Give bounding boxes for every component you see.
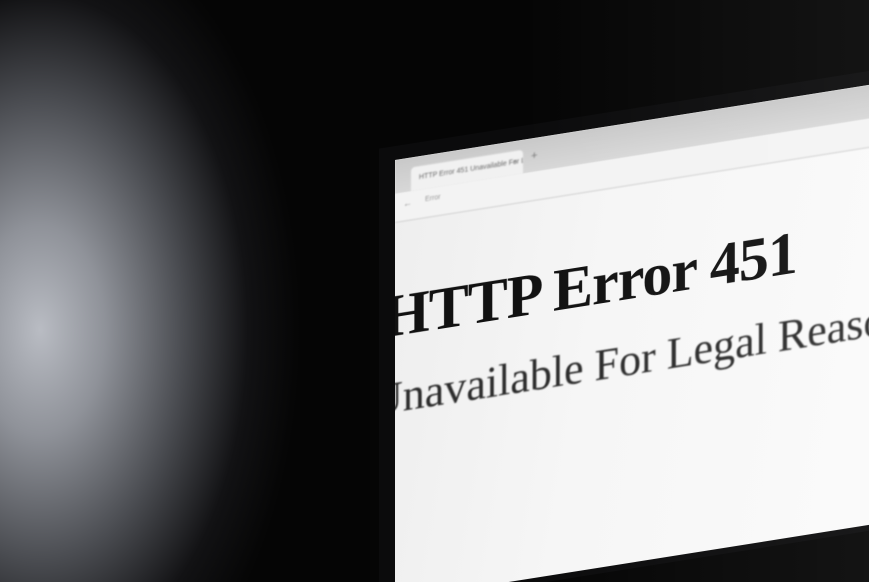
tab-close-icon[interactable]: × [513,151,517,176]
back-arrow-icon[interactable]: ← [403,197,412,208]
laptop-screen: HTTP Error 451 Unavailable For L × + ← E… [395,77,869,582]
address-text[interactable]: Error [425,194,441,203]
new-tab-icon[interactable]: + [531,149,537,162]
photo-scene: HTTP Error 451 Unavailable For L × + ← E… [0,0,869,582]
